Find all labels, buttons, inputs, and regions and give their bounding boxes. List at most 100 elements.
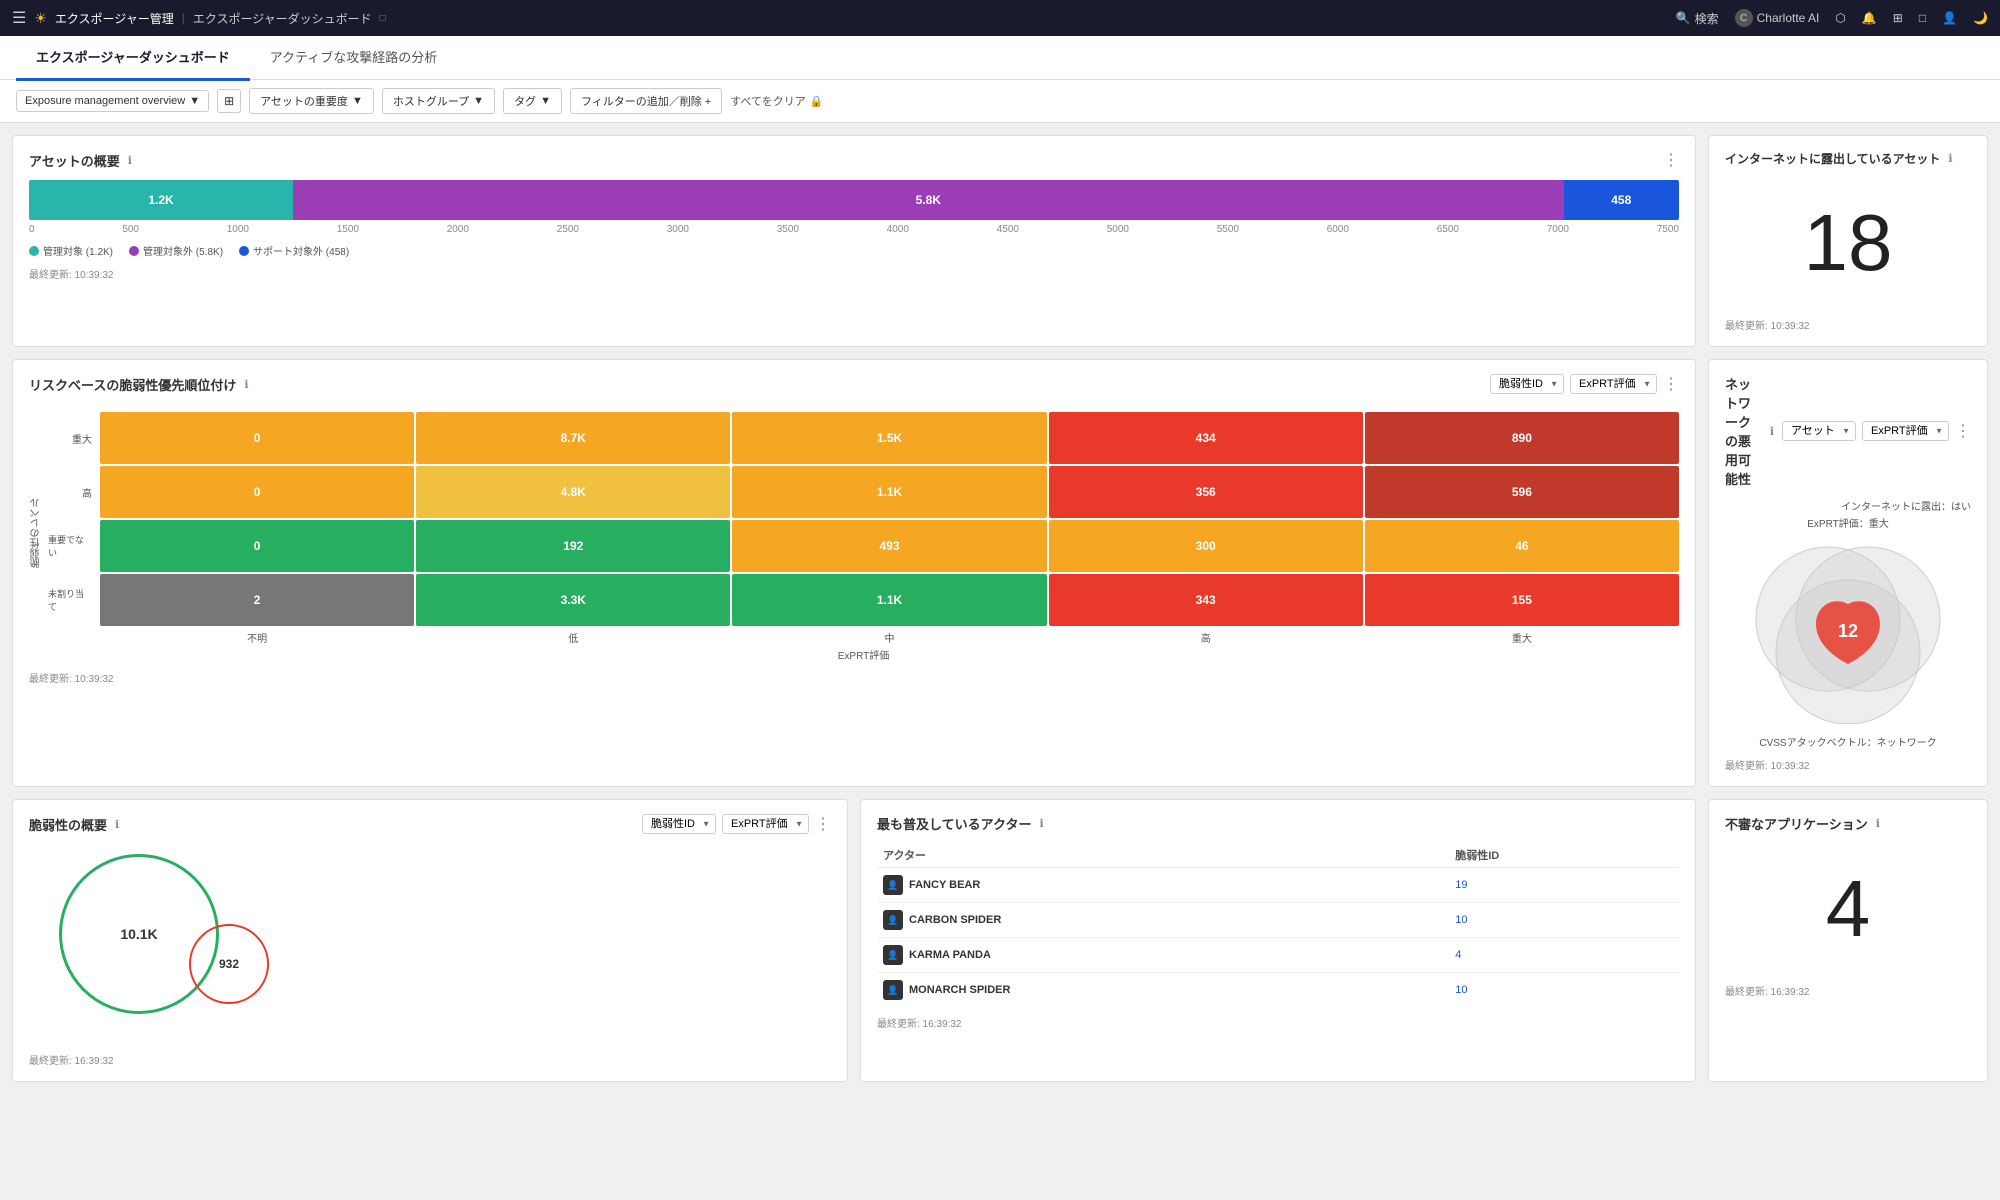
add-filter-button[interactable]: フィルターの追加／削除 + <box>570 88 722 114</box>
suspicious-apps-count: 4 <box>1725 843 1971 975</box>
tab-attack-path[interactable]: アクティブな攻撃経路の分析 <box>250 35 458 81</box>
vuln-overview-id-select-wrapper[interactable]: 脆弱性ID <box>642 814 716 834</box>
grid-icon[interactable]: ⊞ <box>1893 11 1903 25</box>
asset-select[interactable]: アセット <box>1782 421 1856 441</box>
host-group-filter[interactable]: ホストグループ ▼ <box>382 88 495 114</box>
nav-tab[interactable]: エクスポージャーダッシュボード <box>193 10 372 27</box>
hamburger-icon[interactable]: ☰ <box>12 8 26 28</box>
overview-dropdown[interactable]: Exposure management overview ▼ <box>16 90 209 112</box>
exprt2-select[interactable]: ExPRT評価 <box>1862 421 1949 441</box>
cell-high-3[interactable]: 356 <box>1049 466 1363 518</box>
square-icon[interactable]: □ <box>1919 11 1926 25</box>
clear-all-button[interactable]: すべてをクリア 🔒 <box>730 93 823 109</box>
fancy-bear-vuln-link[interactable]: 19 <box>1455 879 1467 891</box>
suspicious-apps-last-update: 最終更新: 16:39:32 <box>1725 983 1971 998</box>
user-button[interactable]: C Charlotte AI <box>1735 9 1820 27</box>
search-button[interactable]: 🔍 検索 <box>1676 10 1719 27</box>
row-label-high: 高 <box>48 466 98 518</box>
nav-right: 🔍 検索 C Charlotte AI ⬡ 🔔 ⊞ □ 👤 🌙 <box>1676 9 1988 27</box>
asset-overview-last-update: 最終更新: 10:39:32 <box>29 266 1679 281</box>
vuln-overview-exprt-select[interactable]: ExPRT評価 <box>722 814 809 834</box>
heatmap-row-unassigned: 未割り当て 2 3.3K 1.1K 343 <box>48 574 1679 626</box>
actor-monarch-spider: 👤 MONARCH SPIDER <box>883 980 1443 1000</box>
cell-critical-2[interactable]: 1.5K <box>732 412 1046 464</box>
monarch-spider-vuln-link[interactable]: 10 <box>1455 984 1467 996</box>
cell-high-2[interactable]: 1.1K <box>732 466 1046 518</box>
prevalent-actors-card: 最も普及しているアクター ℹ アクター 脆弱性ID 👤 FANCY <box>860 799 1696 1082</box>
info-icon: ℹ <box>1039 817 1043 830</box>
col-vuln: 脆弱性ID <box>1449 843 1679 868</box>
venn-svg: 12 <box>1728 544 1968 724</box>
internet-assets-count: 18 <box>1725 177 1971 309</box>
cell-unassigned-2[interactable]: 1.1K <box>732 574 1046 626</box>
prevalent-actors-last-update: 最終更新: 16:39:32 <box>877 1015 1679 1030</box>
asset-importance-filter[interactable]: アセットの重要度 ▼ <box>249 88 374 114</box>
legend-unsupported: サポート対象外 (458) <box>239 243 349 258</box>
tab-bar: エクスポージャーダッシュボード アクティブな攻撃経路の分析 <box>0 36 2000 80</box>
cell-low-2[interactable]: 493 <box>732 520 1046 572</box>
cell-critical-3[interactable]: 434 <box>1049 412 1363 464</box>
filter-bar: Exposure management overview ▼ ⊞ アセットの重要… <box>0 80 2000 123</box>
network-exploit-menu[interactable]: ⋮ <box>1955 421 1971 441</box>
cell-high-4[interactable]: 596 <box>1365 466 1679 518</box>
legend-unmanaged: 管理対象外 (5.8K) <box>129 243 223 258</box>
carbon-spider-vuln-link[interactable]: 10 <box>1455 914 1467 926</box>
dashboard: アセットの概要 ℹ ⋮ 1.2K 5.8K 458 0 500 1000 150… <box>0 123 2000 1094</box>
vuln-overview-menu[interactable]: ⋮ <box>815 814 831 834</box>
exprt2-select-wrapper[interactable]: ExPRT評価 <box>1862 421 1949 441</box>
person-icon[interactable]: 👤 <box>1942 11 1957 25</box>
asset-overview-header: アセットの概要 ℹ ⋮ <box>29 150 1679 170</box>
cell-low-4[interactable]: 46 <box>1365 520 1679 572</box>
grid-view-button[interactable]: ⊞ <box>217 89 241 113</box>
cell-unassigned-3[interactable]: 343 <box>1049 574 1363 626</box>
actor-karma-panda: 👤 KARMA PANDA <box>883 945 1443 965</box>
vuln-priority-header: リスクベースの脆弱性優先順位付け ℹ 脆弱性ID ExPRT評価 ⋮ <box>29 374 1679 394</box>
vuln-priority-menu[interactable]: ⋮ <box>1663 374 1679 394</box>
hex-icon[interactable]: ⬡ <box>1835 11 1845 25</box>
cell-low-0[interactable]: 0 <box>100 520 414 572</box>
network-right-label: インターネットに露出：はい <box>1725 498 1971 513</box>
cell-unassigned-1[interactable]: 3.3K <box>416 574 730 626</box>
bar-unmanaged: 5.8K <box>293 180 1564 220</box>
cell-low-1[interactable]: 192 <box>416 520 730 572</box>
nav-sep: | <box>182 11 185 25</box>
vuln-id-select-wrapper[interactable]: 脆弱性ID <box>1490 374 1564 394</box>
heatmap-row-low: 重要でない 0 192 493 300 <box>48 520 1679 572</box>
chevron-down-icon: ▼ <box>540 95 551 107</box>
cell-critical-0[interactable]: 0 <box>100 412 414 464</box>
actor-row-fancybear: 👤 FANCY BEAR 19 <box>877 868 1679 903</box>
tab-dashboard[interactable]: エクスポージャーダッシュボード <box>16 35 250 81</box>
bell-icon[interactable]: 🔔 <box>1862 11 1877 25</box>
asset-overview-menu[interactable]: ⋮ <box>1663 150 1679 170</box>
fancy-bear-icon: 👤 <box>883 875 903 895</box>
heatmap-x-labels: 不明 低 中 高 重大 <box>48 630 1679 645</box>
asset-select-wrapper[interactable]: アセット <box>1782 421 1856 441</box>
tag-filter[interactable]: タグ ▼ <box>503 88 562 114</box>
moon-icon[interactable]: 🌙 <box>1973 11 1988 25</box>
exprt-select[interactable]: ExPRT評価 <box>1570 374 1657 394</box>
bubble-chart: 10.1K 932 <box>29 844 831 1044</box>
cell-low-3[interactable]: 300 <box>1049 520 1363 572</box>
heatmap-content: 重大 0 8.7K 1.5K 434 <box>48 404 1679 662</box>
cell-high-0[interactable]: 0 <box>100 466 414 518</box>
prevalent-actors-header: 最も普及しているアクター ℹ <box>877 814 1679 833</box>
cell-critical-1[interactable]: 8.7K <box>416 412 730 464</box>
cell-unassigned-4[interactable]: 155 <box>1365 574 1679 626</box>
info-icon: ℹ <box>115 818 119 831</box>
karma-panda-vuln-link[interactable]: 4 <box>1455 949 1461 961</box>
cell-critical-4[interactable]: 890 <box>1365 412 1679 464</box>
cell-high-1[interactable]: 4.8K <box>416 466 730 518</box>
actors-table: アクター 脆弱性ID 👤 FANCY BEAR 19 <box>877 843 1679 1007</box>
bubble-small: 932 <box>189 924 269 1004</box>
exprt-select-wrapper[interactable]: ExPRT評価 <box>1570 374 1657 394</box>
vuln-id-select[interactable]: 脆弱性ID <box>1490 374 1564 394</box>
vuln-overview-id-select[interactable]: 脆弱性ID <box>642 814 716 834</box>
row-label-unassigned: 未割り当て <box>48 574 98 626</box>
cell-unassigned-0[interactable]: 2 <box>100 574 414 626</box>
legend-managed: 管理対象 (1.2K) <box>29 243 113 258</box>
info-icon: ℹ <box>1770 425 1774 438</box>
vuln-overview-exprt-select-wrapper[interactable]: ExPRT評価 <box>722 814 809 834</box>
venn-number: 12 <box>1838 621 1858 641</box>
internet-assets-card: インターネットに露出しているアセット ℹ 18 最終更新: 10:39:32 <box>1708 135 1988 347</box>
bar-managed: 1.2K <box>29 180 293 220</box>
